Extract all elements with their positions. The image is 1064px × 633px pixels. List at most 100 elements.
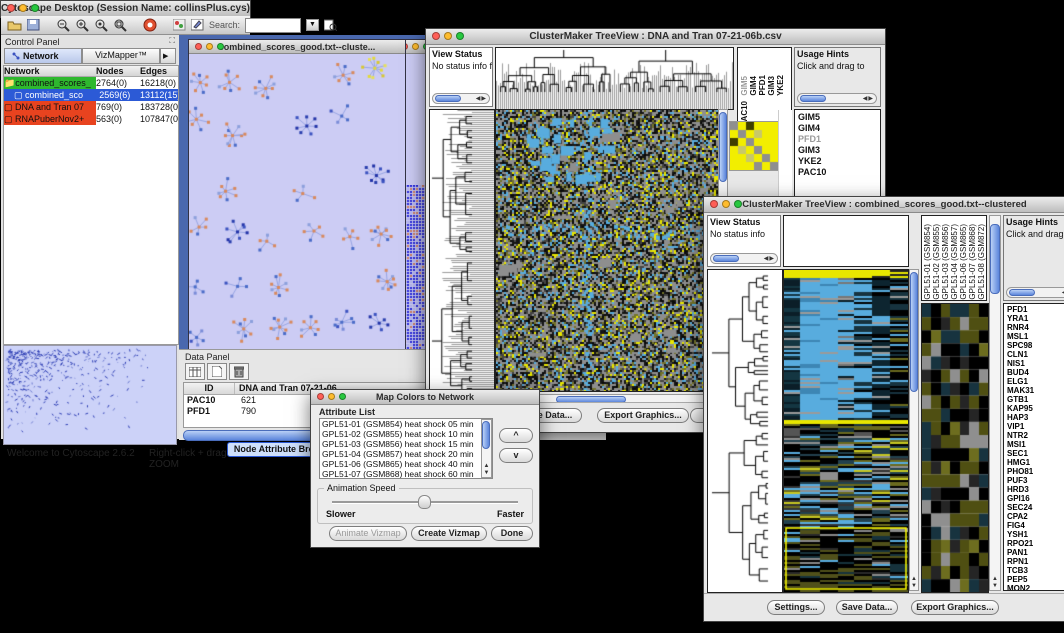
gene-label[interactable]: MON2 (1007, 584, 1064, 591)
close-button[interactable] (432, 32, 440, 40)
gene-label[interactable]: PFD1 (798, 134, 877, 145)
tv2-row-dendrogram[interactable] (707, 269, 783, 593)
gene-label[interactable]: MSI1 (1007, 440, 1064, 449)
gene-label[interactable]: YKE2 (798, 156, 877, 167)
col-nodes[interactable]: Nodes (96, 66, 140, 76)
annotation-icon[interactable] (191, 18, 204, 33)
attribute-list-item[interactable]: GPL51-04 (GSM857) heat shock 20 min (320, 449, 492, 459)
gene-label[interactable]: ELG1 (1007, 377, 1064, 386)
gene-label[interactable]: RPN1 (1007, 557, 1064, 566)
gene-label[interactable]: MAK31 (1007, 386, 1064, 395)
new-attribute-icon[interactable] (207, 363, 227, 380)
float-panel-icon[interactable]: ⛶ (169, 36, 175, 46)
gene-label[interactable]: RNR4 (1007, 323, 1064, 332)
minimize-button[interactable] (19, 4, 27, 12)
gene-label[interactable]: KAP95 (1007, 404, 1064, 413)
gene-label[interactable]: CLN1 (1007, 350, 1064, 359)
export-graphics-button[interactable]: Export Graphics... (911, 600, 999, 615)
tv1-column-dendrogram[interactable] (495, 47, 734, 110)
usage-hints-scrollbar[interactable]: ◀▶ (1006, 287, 1064, 298)
column-label[interactable]: GPL51-08 (GSM872) (977, 224, 986, 300)
tab-network[interactable]: Network (4, 48, 82, 64)
view-status-scrollbar[interactable]: ◀▶ (710, 253, 778, 264)
zoom-in-icon[interactable] (75, 18, 89, 33)
gene-label[interactable]: PAN1 (1007, 548, 1064, 557)
gene-label[interactable]: CPA2 (1007, 512, 1064, 521)
col-network[interactable]: Network (4, 66, 96, 76)
tv1-row-dendrogram[interactable] (429, 109, 495, 402)
tv2-zoom-heatmap[interactable] (921, 303, 989, 593)
usage-hints-scrollbar[interactable]: ◀▶ (797, 93, 877, 104)
scroll-thumb[interactable] (482, 421, 490, 449)
gene-label[interactable]: HRD3 (1007, 485, 1064, 494)
tab-vizmapper[interactable]: VizMapper™ (82, 48, 160, 64)
close-button[interactable] (7, 4, 15, 12)
save-data-button[interactable]: Save Data... (836, 600, 898, 615)
column-label[interactable]: PFD1 (758, 75, 767, 95)
close-button[interactable] (317, 393, 324, 400)
minimize-button[interactable] (444, 32, 452, 40)
gene-label[interactable]: MSL1 (1007, 332, 1064, 341)
scroll-thumb[interactable] (800, 95, 826, 102)
minimize-button[interactable] (722, 200, 730, 208)
gene-label[interactable]: SEC1 (1007, 449, 1064, 458)
network-overview-canvas[interactable] (3, 345, 177, 445)
tv2-vscrollbar[interactable]: ▲▼ (909, 269, 919, 591)
save-icon[interactable] (27, 18, 40, 33)
column-label[interactable]: GIM5 (740, 76, 749, 96)
column-label[interactable]: GPL51-02 (GSM855) (932, 224, 941, 300)
network-canvas[interactable] (189, 54, 403, 349)
scroll-thumb[interactable] (990, 224, 1000, 294)
search-input[interactable] (245, 18, 301, 33)
vizmap-icon[interactable] (173, 18, 186, 33)
gene-label[interactable]: NTR2 (1007, 431, 1064, 440)
table-row[interactable]: ▢ RNAPuberNov2+ 563(0) 107847(0) (4, 113, 178, 125)
move-down-button[interactable]: v (499, 448, 533, 463)
gene-label[interactable]: GIM5 (798, 112, 877, 123)
export-graphics-button[interactable]: Export Graphics... (597, 408, 689, 423)
zoom-button[interactable] (31, 4, 39, 12)
column-label[interactable]: GIM4 (749, 76, 758, 96)
gene-label[interactable]: GPI16 (1007, 494, 1064, 503)
gene-label[interactable]: RPO21 (1007, 539, 1064, 548)
treeview1-titlebar[interactable]: ClusterMaker TreeView : DNA and Tran 07-… (426, 29, 885, 45)
close-button[interactable] (710, 200, 718, 208)
gene-label[interactable]: BUD4 (1007, 368, 1064, 377)
column-label[interactable]: GIM3 (767, 76, 776, 96)
zoom-selected-icon[interactable] (94, 18, 108, 33)
animation-slider-thumb[interactable] (418, 495, 431, 509)
attribute-list-item[interactable]: GPL51-01 (GSM854) heat shock 05 min (320, 419, 492, 429)
column-label[interactable]: YKE2 (776, 75, 785, 96)
move-up-button[interactable]: ^ (499, 428, 533, 443)
search-go-icon[interactable] (324, 18, 337, 33)
tv1-heatmap-canvas[interactable] (495, 109, 719, 392)
gene-label[interactable]: SEC24 (1007, 503, 1064, 512)
zoom-button[interactable] (734, 200, 742, 208)
minimize-button[interactable] (328, 393, 335, 400)
column-label[interactable]: GPL51-06 (GSM865) (959, 224, 968, 300)
animate-vizmap-button[interactable]: Animate Vizmap (329, 526, 407, 541)
attribute-list-item[interactable]: GPL51-06 (GSM865) heat shock 40 min (320, 459, 492, 469)
network-view-1-titlebar[interactable]: combined_scores_good.txt--cluste... (189, 40, 405, 54)
table-row[interactable]: ▢ DNA and Tran 07 769(0) 183728(0) (4, 101, 178, 113)
minimize-button[interactable] (412, 43, 419, 50)
gene-label[interactable]: PFD1 (1007, 305, 1064, 314)
attribute-list-item[interactable]: GPL51-03 (GSM856) heat shock 15 min (320, 439, 492, 449)
attribute-list-item[interactable]: GPL51-07 (GSM868) heat shock 60 min (320, 469, 492, 479)
zoom-fit-icon[interactable] (113, 18, 127, 33)
gene-label[interactable]: PEP5 (1007, 575, 1064, 584)
scroll-thumb[interactable] (713, 255, 739, 262)
treeview2-titlebar[interactable]: ClusterMaker TreeView : combined_scores_… (704, 197, 1064, 213)
gene-label[interactable]: VIP1 (1007, 422, 1064, 431)
scroll-thumb[interactable] (719, 112, 727, 182)
gene-label[interactable]: PAC10 (798, 167, 877, 178)
column-label[interactable]: GPL51-01 (GSM854) (923, 224, 932, 300)
attribute-list-scrollbar[interactable]: ▲▼ (481, 419, 492, 478)
gene-label[interactable]: YRA1 (1007, 314, 1064, 323)
search-combo-arrow[interactable]: ▼ (306, 19, 319, 31)
table-row[interactable]: 📁combined_scores_ 2764(0) 16218(0) (4, 77, 178, 89)
settings-button[interactable]: Settings... (767, 600, 825, 615)
tab-more-arrow[interactable]: ▶ (160, 48, 176, 64)
gene-label[interactable]: GIM3 (798, 145, 877, 156)
col-edges[interactable]: Edges (140, 66, 178, 76)
